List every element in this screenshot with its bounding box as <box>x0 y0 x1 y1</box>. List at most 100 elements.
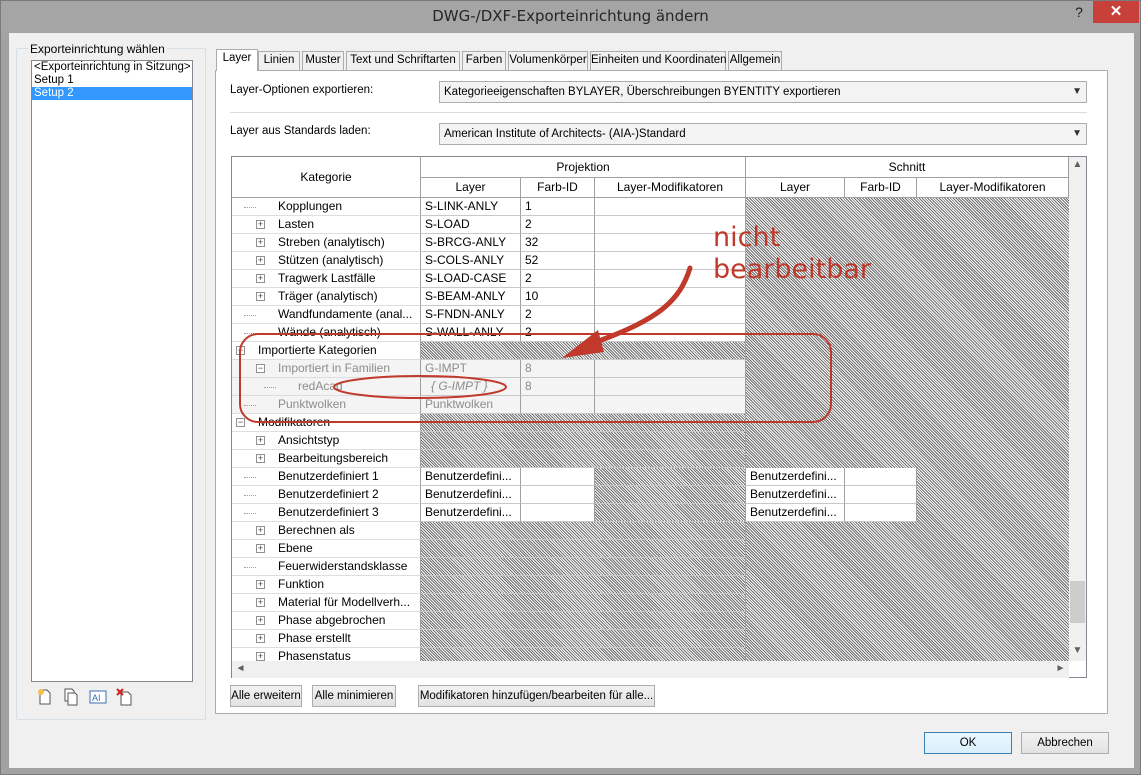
cut-layer-cell[interactable]: Benutzerdefini... <box>746 486 845 504</box>
category-cell[interactable]: + Funktion <box>232 576 421 594</box>
scroll-left-icon[interactable]: ◄ <box>232 663 249 674</box>
collapse-icon[interactable]: − <box>236 346 245 355</box>
new-setup-icon[interactable] <box>36 688 54 706</box>
header-cut-modifikatoren[interactable]: Layer-Modifikatoren <box>917 178 1069 198</box>
proj-modifier-cell[interactable] <box>595 306 746 324</box>
proj-layer-cell[interactable]: S-COLS-ANLY <box>421 252 521 270</box>
category-cell[interactable]: Wandfundamente (anal... <box>232 306 421 324</box>
tab-linien[interactable]: Linien <box>258 51 300 70</box>
duplicate-setup-icon[interactable] <box>62 688 80 706</box>
category-cell[interactable]: + Ansichtstyp <box>232 432 421 450</box>
header-proj-layer[interactable]: Layer <box>421 178 521 198</box>
category-cell[interactable]: + Stützen (analytisch) <box>232 252 421 270</box>
header-cut-layer[interactable]: Layer <box>746 178 845 198</box>
cut-color-cell[interactable] <box>845 504 917 522</box>
collapse-all-button[interactable]: Alle minimieren <box>312 685 396 707</box>
category-cell[interactable]: Punktwolken <box>232 396 421 414</box>
cut-color-cell[interactable] <box>845 486 917 504</box>
proj-layer-cell[interactable]: S-LINK-ANLY <box>421 198 521 216</box>
category-cell[interactable]: + Ebene <box>232 540 421 558</box>
proj-layer-cell[interactable]: Benutzerdefini... <box>421 486 521 504</box>
expand-icon[interactable]: + <box>256 580 265 589</box>
proj-modifier-cell[interactable] <box>595 324 746 342</box>
expand-icon[interactable]: + <box>256 292 265 301</box>
delete-setup-icon[interactable] <box>116 688 134 706</box>
expand-icon[interactable]: + <box>256 634 265 643</box>
expand-icon[interactable]: + <box>256 238 265 247</box>
category-cell[interactable]: − Modifikatoren <box>232 414 421 432</box>
tab-text-schriftarten[interactable]: Text und Schriftarten <box>346 51 460 70</box>
title-bar[interactable]: DWG-/DXF-Exporteinrichtung ändern ? ✕ <box>1 1 1140 33</box>
expand-icon[interactable]: + <box>256 616 265 625</box>
category-cell[interactable]: + Bearbeitungsbereich <box>232 450 421 468</box>
expand-icon[interactable]: + <box>256 274 265 283</box>
expand-icon[interactable]: + <box>256 436 265 445</box>
standard-combo[interactable]: American Institute of Architects- (AIA-)… <box>439 123 1087 145</box>
category-cell[interactable]: − Importiert in Familien <box>232 360 421 378</box>
close-button[interactable]: ✕ <box>1093 1 1139 23</box>
proj-color-cell[interactable]: 32 <box>521 234 595 252</box>
proj-color-cell[interactable] <box>521 468 595 486</box>
category-cell[interactable]: + Phase abgebrochen <box>232 612 421 630</box>
proj-modifier-cell[interactable] <box>595 288 746 306</box>
category-cell[interactable]: Benutzerdefiniert 3 <box>232 504 421 522</box>
category-cell[interactable]: + Phase erstellt <box>232 630 421 648</box>
expand-icon[interactable]: + <box>256 544 265 553</box>
category-cell[interactable]: Benutzerdefiniert 2 <box>232 486 421 504</box>
tab-farben[interactable]: Farben <box>462 51 506 70</box>
proj-layer-cell[interactable]: Benutzerdefini... <box>421 468 521 486</box>
vertical-scrollbar[interactable]: ▲ ▼ <box>1069 157 1086 661</box>
rename-setup-icon[interactable]: AI <box>89 688 107 706</box>
header-proj-farb-id[interactable]: Farb-ID <box>521 178 595 198</box>
proj-color-cell[interactable]: 52 <box>521 252 595 270</box>
proj-layer-cell[interactable]: S-BEAM-ANLY <box>421 288 521 306</box>
proj-layer-cell[interactable]: S-BRCG-ANLY <box>421 234 521 252</box>
tab-layer[interactable]: Layer <box>216 49 258 71</box>
scroll-thumb[interactable] <box>1070 581 1085 623</box>
collapse-icon[interactable]: − <box>256 364 265 373</box>
setup-item-session[interactable]: <Exporteinrichtung in Sitzung> <box>32 61 192 74</box>
proj-color-cell[interactable] <box>521 504 595 522</box>
cancel-button[interactable]: Abbrechen <box>1021 732 1109 754</box>
header-proj-modifikatoren[interactable]: Layer-Modifikatoren <box>595 178 746 198</box>
category-cell[interactable]: Benutzerdefiniert 1 <box>232 468 421 486</box>
scroll-down-icon[interactable]: ▼ <box>1069 645 1086 656</box>
category-cell[interactable]: + Material für Modellverh... <box>232 594 421 612</box>
cut-layer-cell[interactable]: Benutzerdefini... <box>746 504 845 522</box>
layer-options-combo[interactable]: Kategorieeigenschaften BYLAYER, Überschr… <box>439 81 1087 103</box>
proj-layer-cell[interactable]: S-LOAD <box>421 216 521 234</box>
category-cell[interactable]: + Berechnen als <box>232 522 421 540</box>
header-cut-farb-id[interactable]: Farb-ID <box>845 178 917 198</box>
proj-layer-cell[interactable]: S-LOAD-CASE <box>421 270 521 288</box>
proj-layer-cell[interactable]: Benutzerdefini... <box>421 504 521 522</box>
setup-item-1[interactable]: Setup 1 <box>32 74 192 87</box>
tab-volumenkoerper[interactable]: Volumenkörper <box>508 51 588 70</box>
proj-color-cell[interactable] <box>521 486 595 504</box>
category-cell[interactable]: Wände (analytisch) <box>232 324 421 342</box>
proj-layer-cell[interactable]: S-FNDN-ANLY <box>421 306 521 324</box>
tab-muster[interactable]: Muster <box>302 51 344 70</box>
expand-icon[interactable]: + <box>256 598 265 607</box>
cut-color-cell[interactable] <box>845 468 917 486</box>
proj-color-cell[interactable]: 2 <box>521 324 595 342</box>
category-cell[interactable]: + Träger (analytisch) <box>232 288 421 306</box>
expand-icon[interactable]: + <box>256 526 265 535</box>
proj-color-cell[interactable]: 1 <box>521 198 595 216</box>
proj-modifier-cell[interactable] <box>595 198 746 216</box>
category-cell[interactable]: Kopplungen <box>232 198 421 216</box>
expand-all-button[interactable]: Alle erweitern <box>230 685 302 707</box>
expand-icon[interactable]: + <box>256 454 265 463</box>
collapse-icon[interactable]: − <box>236 418 245 427</box>
setup-list[interactable]: <Exporteinrichtung in Sitzung> Setup 1 S… <box>31 60 193 682</box>
horizontal-scrollbar[interactable]: ◄ ► <box>232 661 1069 678</box>
expand-icon[interactable]: + <box>256 256 265 265</box>
category-cell[interactable]: + Tragwerk Lastfälle <box>232 270 421 288</box>
proj-color-cell[interactable]: 10 <box>521 288 595 306</box>
proj-color-cell[interactable]: 2 <box>521 216 595 234</box>
expand-icon[interactable]: + <box>256 652 265 661</box>
proj-color-cell[interactable]: 2 <box>521 270 595 288</box>
scroll-up-icon[interactable]: ▲ <box>1069 159 1086 170</box>
scroll-right-icon[interactable]: ► <box>1052 663 1069 674</box>
ok-button[interactable]: OK <box>924 732 1012 754</box>
tab-einheiten-koordinaten[interactable]: Einheiten und Koordinaten <box>590 51 727 70</box>
